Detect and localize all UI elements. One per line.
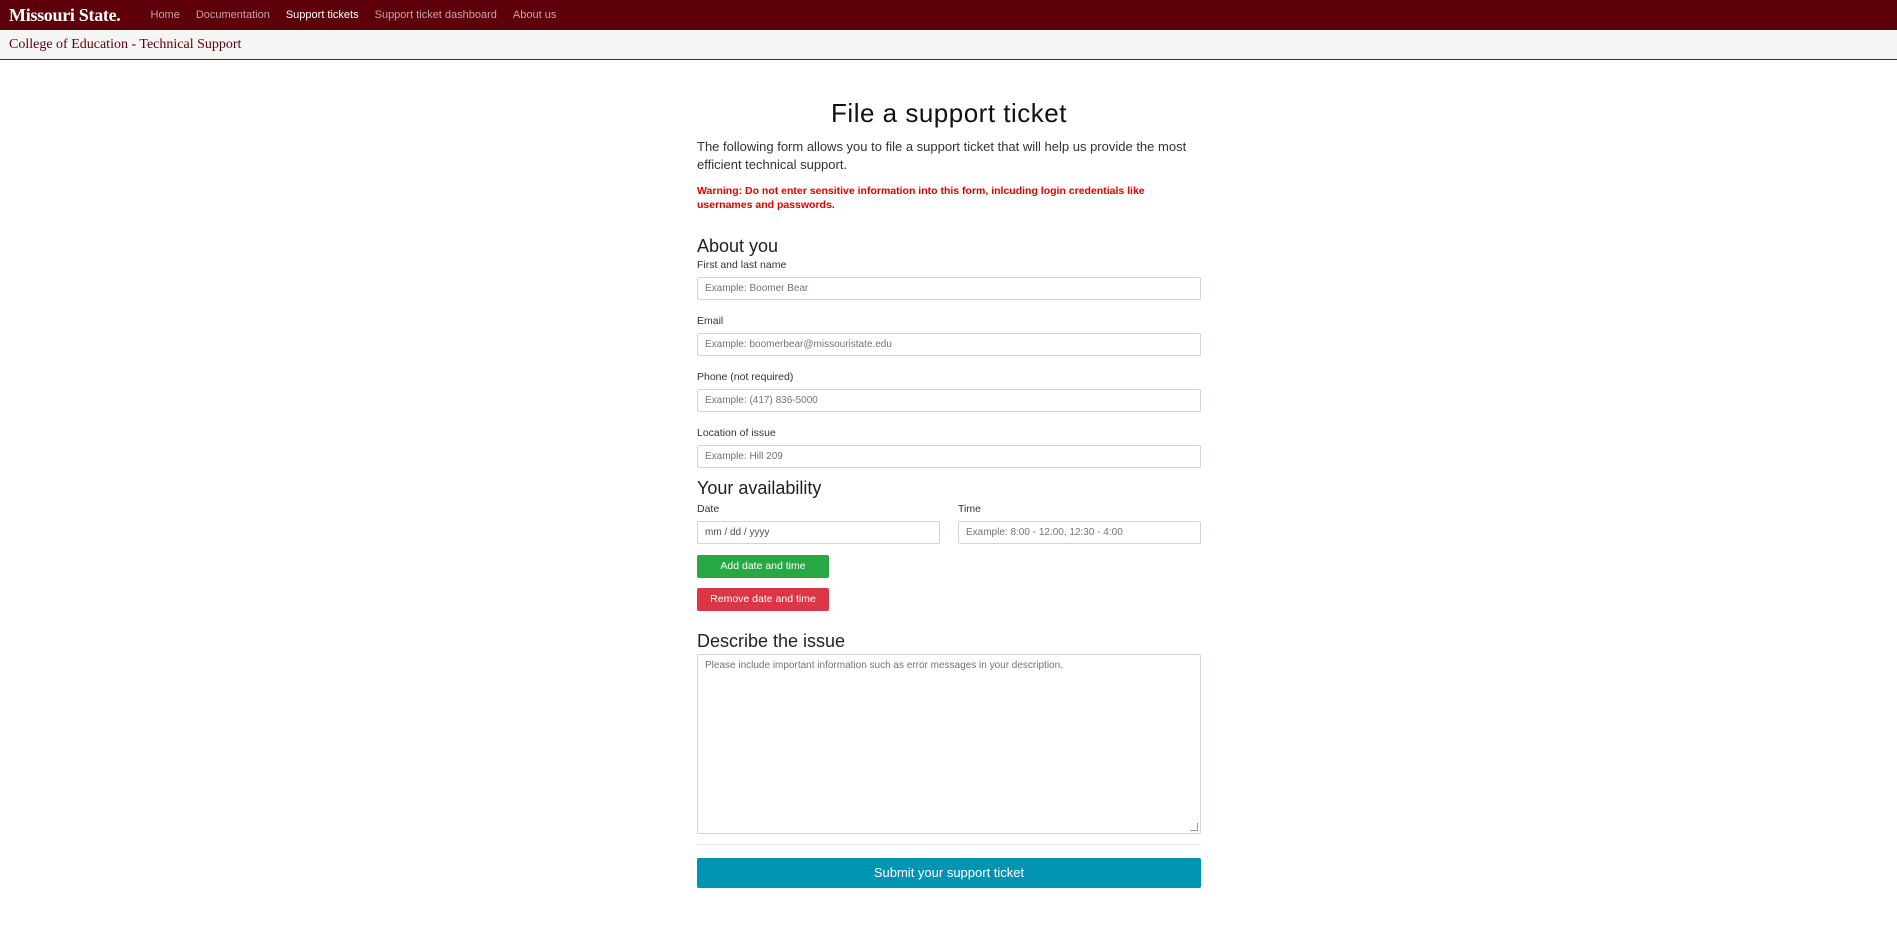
submit-ticket-button[interactable]: Submit your support ticket [697, 858, 1201, 888]
name-field-group: First and last name Example: Boomer Bear [697, 259, 1201, 300]
nav-link-home[interactable]: Home [151, 9, 180, 21]
name-label: First and last name [697, 259, 787, 271]
add-date-time-button[interactable]: Add date and time [697, 555, 829, 578]
availability-row: Date mm / dd / yyyy Time Example: 8:00 -… [697, 501, 1201, 544]
email-input[interactable]: Example: boomerbear@missouristate.edu [697, 333, 1201, 356]
brand-logo[interactable]: Missouri State. [9, 5, 121, 26]
time-input[interactable]: Example: 8:00 - 12:00, 12:30 - 4:00 [958, 521, 1201, 544]
resize-grip-icon[interactable] [1190, 823, 1198, 831]
date-column: Date mm / dd / yyyy [697, 501, 940, 544]
top-navbar: Missouri State. Home Documentation Suppo… [0, 0, 1897, 30]
warning-text: Warning: Do not enter sensitive informat… [697, 185, 1145, 211]
name-input[interactable]: Example: Boomer Bear [697, 277, 1201, 300]
location-field-group: Location of issue Example: Hill 209 [697, 427, 1201, 468]
issue-placeholder: Please include important information suc… [705, 660, 1063, 671]
form-divider [697, 844, 1201, 845]
remove-date-time-button[interactable]: Remove date and time [697, 588, 829, 611]
about-you-heading: About you [697, 236, 779, 256]
describe-issue-heading: Describe the issue [697, 631, 846, 651]
time-column: Time Example: 8:00 - 12:00, 12:30 - 4:00 [958, 501, 1201, 544]
page-title: File a support ticket [831, 98, 1067, 128]
email-field-group: Email Example: boomerbear@missouristate.… [697, 315, 1201, 356]
issue-description-textarea[interactable]: Please include important information suc… [697, 654, 1201, 834]
nav-link-support-ticket-dashboard[interactable]: Support ticket dashboard [375, 9, 497, 21]
time-label: Time [958, 503, 981, 515]
date-input[interactable]: mm / dd / yyyy [697, 521, 940, 544]
location-label: Location of issue [697, 427, 776, 439]
phone-label: Phone (not required) [697, 371, 794, 383]
phone-input[interactable]: Example: (417) 836-5000 [697, 389, 1201, 412]
email-label: Email [697, 315, 724, 327]
nav-links: Home Documentation Support tickets Suppo… [135, 9, 557, 21]
site-title[interactable]: College of Education - Technical Support [9, 37, 241, 53]
support-form-container: File a support ticket The following form… [697, 60, 1201, 888]
sub-header: College of Education - Technical Support [0, 30, 1897, 60]
location-input[interactable]: Example: Hill 209 [697, 445, 1201, 468]
nav-link-about-us[interactable]: About us [513, 9, 556, 21]
intro-text: The following form allows you to file a … [697, 139, 1187, 172]
phone-field-group: Phone (not required) Example: (417) 836-… [697, 371, 1201, 412]
nav-link-documentation[interactable]: Documentation [196, 9, 270, 21]
availability-heading: Your availability [697, 478, 822, 498]
nav-link-support-tickets[interactable]: Support tickets [286, 9, 359, 21]
date-label: Date [697, 503, 720, 515]
